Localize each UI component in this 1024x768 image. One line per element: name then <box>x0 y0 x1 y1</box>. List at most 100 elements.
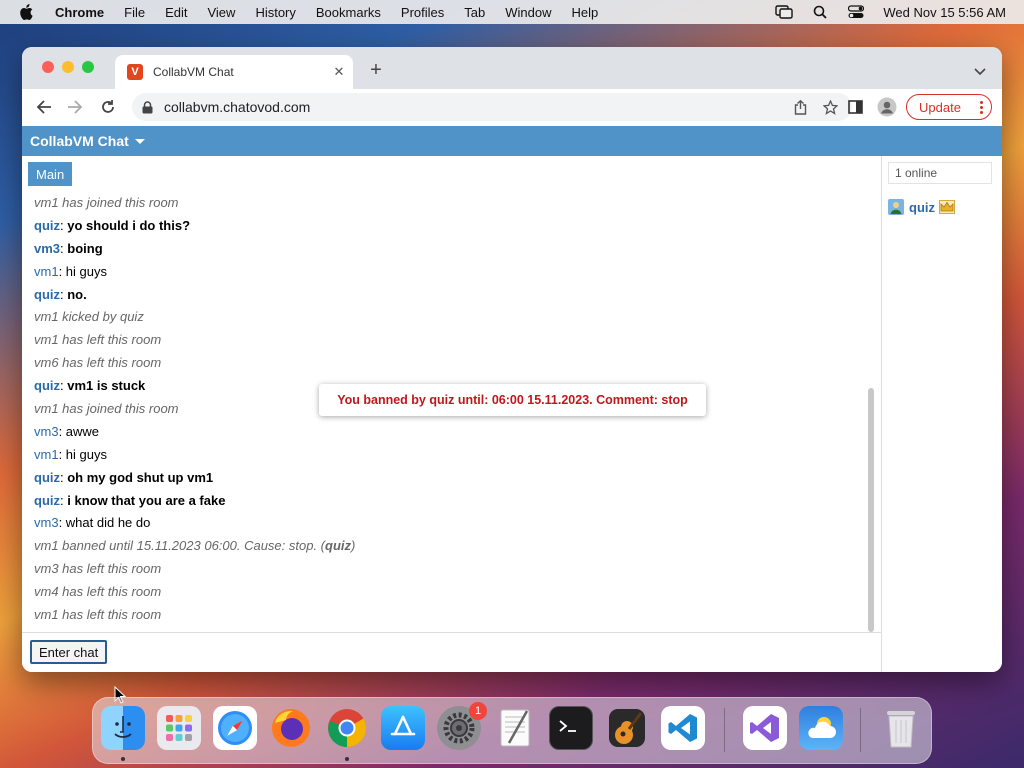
system-message-tail: ) <box>351 538 356 554</box>
menu-tab[interactable]: Tab <box>464 5 485 20</box>
menu-file[interactable]: File <box>124 5 145 20</box>
apple-icon[interactable] <box>19 4 35 20</box>
update-button[interactable]: Update <box>906 94 992 120</box>
menu-edit[interactable]: Edit <box>165 5 187 20</box>
message-username[interactable]: quiz <box>34 493 60 508</box>
message-text: no. <box>67 286 87 302</box>
chat-message: quiz: i know that you are a fake <box>34 490 854 513</box>
garageband-icon[interactable] <box>605 706 649 750</box>
address-bar[interactable]: collabvm.chatovod.com <box>132 93 852 121</box>
menu-app-name[interactable]: Chrome <box>55 5 104 20</box>
tab-collabvm-chat[interactable]: V CollabVM Chat ✕ <box>115 55 353 89</box>
chatovod-favicon-icon: V <box>127 64 143 80</box>
input-divider <box>22 632 882 633</box>
menu-help[interactable]: Help <box>572 5 599 20</box>
ban-notification: You banned by quiz until: 06:00 15.11.20… <box>319 384 706 416</box>
menu-history[interactable]: History <box>255 5 295 20</box>
firefox-icon[interactable] <box>269 706 313 750</box>
message-username[interactable]: vm3 <box>34 424 59 439</box>
finder-icon[interactable] <box>101 706 145 750</box>
zoom-window-button[interactable] <box>82 61 94 73</box>
user-avatar-icon <box>888 199 904 215</box>
online-user-row[interactable]: quiz <box>888 198 955 216</box>
system-message-actor[interactable]: quiz <box>325 538 351 553</box>
app-store-icon[interactable] <box>381 706 425 750</box>
system-message-text: vm1 has left this room <box>34 332 162 348</box>
textedit-icon[interactable] <box>493 706 537 750</box>
online-count: 1 online <box>888 162 992 184</box>
close-tab-icon[interactable]: ✕ <box>331 64 347 80</box>
update-label: Update <box>919 99 961 115</box>
message-username[interactable]: vm3 <box>34 515 59 530</box>
new-tab-icon[interactable]: + <box>366 60 386 80</box>
tab-main-room[interactable]: Main <box>28 162 73 186</box>
message-username[interactable]: quiz <box>34 287 60 302</box>
message-username[interactable]: vm1 <box>34 264 59 279</box>
message-text: oh my god shut up vm1 <box>67 469 214 485</box>
profile-avatar-icon[interactable] <box>877 97 897 117</box>
system-message: vm1 kicked by quiz <box>34 306 854 329</box>
chat-message: vm1: hi guys <box>34 261 854 284</box>
message-separator: : <box>58 263 66 279</box>
message-separator: : <box>58 446 66 462</box>
forward-arrow-icon[interactable] <box>65 97 85 117</box>
message-scrollbar[interactable] <box>866 192 876 634</box>
message-separator: : <box>58 423 66 439</box>
enter-chat-button[interactable]: Enter chat <box>30 640 108 664</box>
vscode-icon[interactable] <box>661 706 705 750</box>
menu-bar: Chrome File Edit View History Bookmarks … <box>0 0 1024 24</box>
launchpad-icon[interactable] <box>157 706 201 750</box>
message-separator: : <box>58 515 66 531</box>
system-message-text: vm6 has left this room <box>34 355 162 371</box>
online-user-name[interactable]: quiz <box>909 200 935 215</box>
url-text[interactable]: collabvm.chatovod.com <box>164 99 792 115</box>
menu-profiles[interactable]: Profiles <box>401 5 444 20</box>
system-message-text: vm1 kicked by quiz <box>34 309 144 325</box>
system-message-text: vm1 has joined this room <box>34 401 179 417</box>
reload-icon[interactable] <box>98 97 118 117</box>
trash-icon[interactable] <box>879 706 923 750</box>
chat-message: quiz: oh my god shut up vm1 <box>34 467 854 490</box>
side-panel-icon[interactable] <box>845 97 865 117</box>
system-message-text: vm1 banned until 15.11.2023 06:00. Cause… <box>34 538 326 554</box>
message-text: hi guys <box>65 263 107 279</box>
tab-strip: V CollabVM Chat ✕ + <box>22 47 1002 89</box>
weather-icon[interactable] <box>799 706 843 750</box>
system-message: vm1 has left this room <box>34 604 854 627</box>
message-username[interactable]: vm3 <box>34 241 60 256</box>
message-username[interactable]: quiz <box>34 470 60 485</box>
spotlight-search-icon[interactable] <box>811 4 829 20</box>
tab-search-chevron-icon[interactable] <box>974 63 988 76</box>
menu-clock[interactable]: Wed Nov 15 5:56 AM <box>883 5 1006 20</box>
terminal-icon[interactable] <box>549 706 593 750</box>
system-message: vm1 has left this room <box>34 329 854 352</box>
minimize-window-button[interactable] <box>62 61 74 73</box>
menu-view[interactable]: View <box>207 5 235 20</box>
message-text: hi guys <box>65 446 107 462</box>
message-text: what did he do <box>65 515 151 531</box>
chrome-icon[interactable] <box>325 706 369 750</box>
message-username[interactable]: quiz <box>34 218 60 233</box>
back-arrow-icon[interactable] <box>34 97 54 117</box>
close-window-button[interactable] <box>42 61 54 73</box>
chevron-down-icon[interactable] <box>134 138 145 144</box>
screen-mirroring-icon[interactable] <box>775 4 794 20</box>
lock-icon[interactable] <box>142 100 156 114</box>
system-message-text: vm1 has left this room <box>34 607 162 623</box>
visual-studio-icon[interactable] <box>743 706 787 750</box>
dock-separator-trash <box>860 708 861 752</box>
message-username[interactable]: vm1 <box>34 447 59 462</box>
chat-message: vm3: what did he do <box>34 512 854 535</box>
scrollbar-thumb[interactable] <box>868 388 874 632</box>
message-text: i know that you are a fake <box>67 492 226 508</box>
menu-bookmarks[interactable]: Bookmarks <box>316 5 381 20</box>
message-username[interactable]: quiz <box>34 378 60 393</box>
safari-icon[interactable] <box>213 706 257 750</box>
control-center-icon[interactable] <box>847 4 865 20</box>
browser-toolbar: collabvm.chatovod.com Update <box>22 89 1002 126</box>
chat-title[interactable]: CollabVM Chat <box>30 133 129 149</box>
bookmark-star-icon[interactable] <box>822 99 838 115</box>
more-options-icon[interactable] <box>979 100 983 114</box>
menu-window[interactable]: Window <box>505 5 551 20</box>
share-icon[interactable] <box>792 99 808 115</box>
